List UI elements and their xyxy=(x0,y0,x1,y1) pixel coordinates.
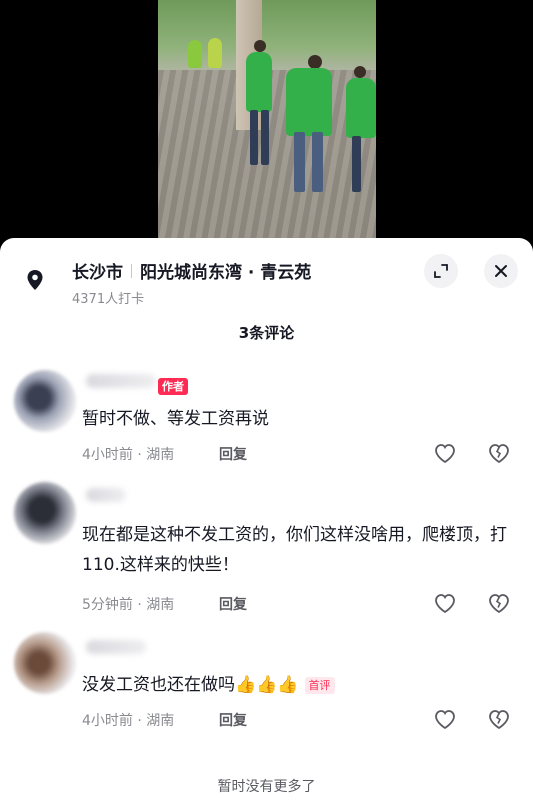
heart-icon xyxy=(435,444,455,464)
avatar[interactable] xyxy=(14,632,76,694)
close-button[interactable] xyxy=(484,254,518,288)
person-head xyxy=(308,55,322,69)
heart-icon xyxy=(435,710,455,730)
broken-heart-icon xyxy=(489,444,509,464)
location-city: 长沙市 xyxy=(72,263,123,283)
broken-heart-icon xyxy=(489,710,509,730)
comment-count: 3条评论 xyxy=(238,324,295,342)
location-pin-icon xyxy=(21,266,49,294)
location-comment-sheet: 长沙市 阳光城尚东湾 · 青云苑 4371人打卡 3条评论 作者 暂时不做、等发… xyxy=(0,238,533,800)
person-leg xyxy=(352,136,361,192)
author-badge: 作者 xyxy=(158,378,188,395)
location-place: 阳光城尚东湾 · 青云苑 xyxy=(140,263,312,283)
person-leg xyxy=(312,132,323,192)
checkin-count: 4371人打卡 xyxy=(72,292,145,307)
reply-button[interactable]: 回复 xyxy=(219,594,247,614)
username-blurred[interactable] xyxy=(86,488,126,502)
comment-meta: 4小时前 · 湖南 xyxy=(82,447,175,463)
comment-text: 现在都是这种不发工资的，你们这样没啥用，爬楼顶，打110.这样来的快些！ xyxy=(82,525,507,575)
person-leg xyxy=(294,132,305,192)
person-leg xyxy=(261,110,269,165)
comment-text: 没发工资也还在做吗 xyxy=(82,675,235,695)
like-button[interactable] xyxy=(432,440,458,466)
person-figure xyxy=(246,52,272,112)
person-figure xyxy=(286,68,332,136)
like-button[interactable] xyxy=(432,706,458,732)
comment-text: 暂时不做、等发工资再说 xyxy=(82,409,269,429)
dislike-button[interactable] xyxy=(486,590,512,616)
person-figure xyxy=(346,78,376,138)
dislike-button[interactable] xyxy=(486,706,512,732)
comment-meta: 5分钟前 · 湖南 xyxy=(82,597,175,613)
person-figure xyxy=(208,38,222,68)
person-head xyxy=(354,66,366,78)
thumbs-up-emoji: 👍👍👍 xyxy=(235,675,299,695)
avatar[interactable] xyxy=(14,370,76,432)
comment-meta: 4小时前 · 湖南 xyxy=(82,713,175,729)
title-divider xyxy=(131,263,132,278)
first-comment-badge: 首评 xyxy=(304,676,335,694)
reply-button[interactable]: 回复 xyxy=(219,444,247,464)
no-more-comments: 暂时没有更多了 xyxy=(217,779,316,795)
person-head xyxy=(254,40,266,52)
video-frame xyxy=(158,0,376,260)
username-blurred[interactable] xyxy=(86,374,156,388)
person-leg xyxy=(250,110,258,165)
close-icon xyxy=(495,265,507,277)
video-preview[interactable] xyxy=(0,0,533,260)
avatar[interactable] xyxy=(14,482,76,544)
location-title[interactable]: 长沙市 阳光城尚东湾 · 青云苑 xyxy=(72,258,311,283)
expand-icon xyxy=(434,264,448,278)
comment-text-row: 没发工资也还在做吗👍👍👍 首评 xyxy=(82,670,512,700)
heart-icon xyxy=(435,594,455,614)
broken-heart-icon xyxy=(489,594,509,614)
person-figure xyxy=(188,40,202,68)
like-button[interactable] xyxy=(432,590,458,616)
username-blurred[interactable] xyxy=(86,640,146,654)
dislike-button[interactable] xyxy=(486,440,512,466)
expand-button[interactable] xyxy=(424,254,458,288)
reply-button[interactable]: 回复 xyxy=(219,710,247,730)
